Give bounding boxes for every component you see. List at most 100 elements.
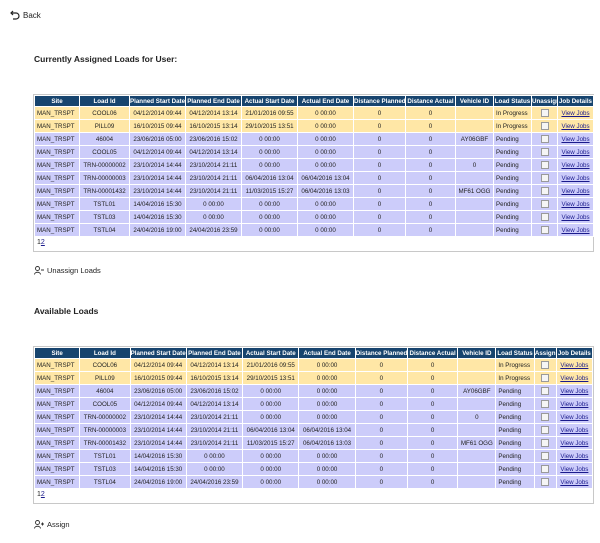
unassign-checkbox[interactable] — [540, 226, 549, 234]
unassign-loads-button[interactable]: Unassign Loads — [34, 266, 101, 275]
view-jobs-link[interactable]: View Jobs — [561, 188, 589, 195]
view-jobs-link[interactable]: View Jobs — [561, 123, 589, 130]
cell-job-details: View Jobs — [557, 223, 594, 237]
cell-actual-start: 06/04/2016 13:04 — [242, 423, 300, 437]
assign-checkbox[interactable] — [541, 426, 550, 434]
cell-job-details: View Jobs — [555, 358, 594, 372]
view-jobs-link[interactable]: View Jobs — [560, 479, 588, 486]
cell-site: MAN_TRSPT — [34, 184, 80, 198]
view-jobs-link[interactable]: View Jobs — [560, 466, 588, 473]
back-link[interactable]: Back — [10, 10, 41, 20]
view-jobs-link[interactable]: View Jobs — [561, 214, 589, 221]
assign-checkbox[interactable] — [541, 452, 550, 460]
view-jobs-link[interactable]: View Jobs — [560, 401, 588, 408]
unassign-checkbox[interactable] — [540, 161, 549, 169]
cell-dist-planned: 0 — [353, 184, 406, 198]
assign-checkbox[interactable] — [541, 387, 550, 395]
column-header: Distance Actual — [406, 347, 459, 359]
cell-vehicle — [455, 119, 494, 133]
cell-dist-planned: 0 — [354, 423, 408, 437]
assign-checkbox[interactable] — [541, 400, 550, 408]
view-jobs-link[interactable]: View Jobs — [561, 162, 589, 169]
cell-dist-actual: 0 — [405, 119, 456, 133]
cell-checkbox — [531, 223, 558, 237]
cell-planned-start: 24/04/2016 19:00 — [129, 223, 186, 237]
cell-vehicle — [457, 397, 497, 411]
cell-actual-end: 0 00:00 — [298, 384, 356, 398]
assign-checkbox[interactable] — [541, 439, 550, 447]
cell-status: Pending — [495, 423, 535, 437]
column-header: Site — [34, 95, 80, 107]
cell-vehicle: AY06GBF — [457, 384, 497, 398]
cell-dist-planned: 0 — [354, 462, 408, 476]
view-jobs-link[interactable]: View Jobs — [561, 201, 589, 208]
cell-load-id: TRN-00000003 — [79, 423, 131, 437]
cell-checkbox — [531, 184, 558, 198]
view-jobs-link[interactable]: View Jobs — [560, 427, 588, 434]
cell-site: MAN_TRSPT — [33, 410, 81, 424]
cell-actual-start: 0 00:00 — [241, 223, 298, 237]
assign-checkbox[interactable] — [541, 478, 550, 486]
unassign-checkbox[interactable] — [540, 200, 549, 208]
cell-checkbox — [533, 449, 557, 463]
cell-load-id: 46004 — [79, 132, 130, 146]
cell-planned-end: 04/12/2014 13:14 — [185, 397, 244, 411]
cell-dist-actual: 0 — [405, 132, 456, 146]
view-jobs-link[interactable]: View Jobs — [560, 375, 588, 382]
view-jobs-link[interactable]: View Jobs — [561, 227, 589, 234]
cell-site: MAN_TRSPT — [33, 462, 81, 476]
cell-status: Pending — [495, 475, 535, 489]
unassign-checkbox[interactable] — [540, 122, 549, 130]
cell-planned-start: 23/10/2014 14:44 — [129, 184, 186, 198]
cell-planned-start: 14/04/2016 15:30 — [129, 210, 186, 224]
cell-planned-end: 04/12/2014 13:14 — [185, 358, 244, 372]
cell-load-id: COOL06 — [79, 106, 130, 120]
assign-checkbox[interactable] — [541, 374, 550, 382]
cell-checkbox — [533, 462, 557, 476]
cell-planned-end: 24/04/2016 23:59 — [185, 223, 242, 237]
view-jobs-link[interactable]: View Jobs — [561, 110, 589, 117]
cell-load-id: TSTL04 — [79, 475, 131, 489]
view-jobs-link[interactable]: View Jobs — [561, 175, 589, 182]
assigned-loads-grid: Site Load Id Planned Start Date Planned End… — [33, 94, 594, 252]
cell-vehicle — [457, 423, 497, 437]
cell-checkbox — [533, 475, 557, 489]
assign-checkbox[interactable] — [541, 465, 550, 473]
cell-load-id: TSTL04 — [79, 223, 130, 237]
cell-job-details: View Jobs — [557, 184, 594, 198]
column-header: Load Status — [493, 95, 532, 107]
view-jobs-link[interactable]: View Jobs — [560, 453, 588, 460]
view-jobs-link[interactable]: View Jobs — [560, 414, 588, 421]
assign-checkbox[interactable] — [541, 361, 550, 369]
assign-button[interactable]: Assign — [34, 520, 70, 529]
cell-dist-planned: 0 — [353, 171, 406, 185]
view-jobs-link[interactable]: View Jobs — [560, 440, 588, 447]
table-row: MAN_TRSPT PILL09 16/10/2015 09:44 16/10/201… — [34, 119, 594, 133]
cell-site: MAN_TRSPT — [34, 171, 80, 185]
unassign-checkbox[interactable] — [540, 174, 549, 182]
column-header: Load Id — [79, 347, 131, 359]
view-jobs-link[interactable]: View Jobs — [560, 388, 588, 395]
cell-vehicle — [457, 371, 497, 385]
pager-page-2-link[interactable]: 2 — [41, 491, 45, 498]
cell-planned-start: 04/12/2014 09:44 — [129, 106, 186, 120]
cell-planned-end: 04/12/2014 13:14 — [185, 145, 242, 159]
column-header: Vehicle ID — [455, 95, 494, 107]
unassign-checkbox[interactable] — [540, 135, 549, 143]
table-row: MAN_TRSPT COOL05 04/12/2014 09:44 04/12/201… — [34, 145, 594, 159]
unassign-checkbox[interactable] — [540, 109, 549, 117]
cell-actual-end: 0 00:00 — [297, 132, 354, 146]
unassign-checkbox[interactable] — [540, 213, 549, 221]
table-row: MAN_TRSPT TSTL04 24/04/2016 19:00 24/04/201… — [34, 223, 594, 237]
pager-page-2-link[interactable]: 2 — [41, 239, 45, 246]
assign-checkbox[interactable] — [541, 413, 550, 421]
view-jobs-link[interactable]: View Jobs — [561, 149, 589, 156]
view-jobs-link[interactable]: View Jobs — [560, 362, 588, 369]
cell-vehicle — [455, 223, 494, 237]
view-jobs-link[interactable]: View Jobs — [561, 136, 589, 143]
unassign-checkbox[interactable] — [540, 148, 549, 156]
unassign-checkbox[interactable] — [540, 187, 549, 195]
cell-actual-end: 0 00:00 — [298, 449, 356, 463]
cell-vehicle — [455, 171, 494, 185]
cell-site: MAN_TRSPT — [33, 358, 81, 372]
